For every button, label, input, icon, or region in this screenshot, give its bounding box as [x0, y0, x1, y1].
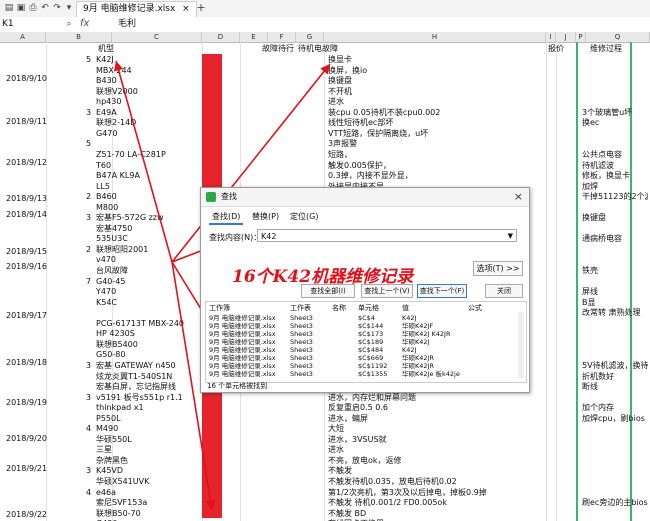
result-cell[interactable]: 9月 电脑维修记录.xlsx	[209, 314, 276, 322]
result-cell[interactable]: Sheet3	[290, 338, 313, 346]
result-cell[interactable]: $C$144	[358, 322, 383, 330]
status-text: 16 个单元格被找到	[207, 382, 268, 390]
result-cell[interactable]: $C$4	[358, 314, 375, 322]
res-col-cell[interactable]: 单元格	[358, 304, 379, 313]
dialog-title-bar: 查找 ×	[201, 188, 529, 207]
result-cell[interactable]: 9月 电脑维修记录.xlsx	[209, 354, 276, 362]
result-cell[interactable]: K42J	[402, 346, 416, 354]
result-cell[interactable]: $C$189	[358, 338, 383, 346]
result-cell[interactable]: Sheet3	[290, 362, 313, 370]
result-cell[interactable]: Sheet3	[290, 330, 313, 338]
find-value: K42	[261, 232, 277, 241]
result-cell[interactable]: $C$173	[358, 330, 383, 338]
result-cell[interactable]: 9月 电脑维修记录.xlsx	[209, 370, 276, 378]
result-cell[interactable]: 9月 电脑维修记录.xlsx	[209, 322, 276, 330]
annotation-caption: 16个K42机器维修记录	[232, 267, 414, 287]
options-button[interactable]: 选项(T) >>	[473, 261, 523, 276]
result-cell[interactable]: 华硕K42Je 板k42je	[402, 370, 460, 378]
result-cell[interactable]: Sheet3	[290, 314, 313, 322]
dialog-close-icon[interactable]: ×	[514, 190, 523, 204]
arrow-k42j-row4	[113, 60, 173, 263]
res-col-sheet[interactable]: 工作表	[290, 304, 311, 313]
results-scrollbar[interactable]	[518, 312, 524, 378]
chevron-down-icon[interactable]: ▼	[508, 230, 513, 243]
result-cell[interactable]: 华硕K42JR	[402, 354, 434, 362]
dialog-title: 查找	[221, 192, 237, 201]
result-cell[interactable]: Sheet3	[290, 346, 313, 354]
result-cell[interactable]: Sheet3	[290, 370, 313, 378]
dialog-app-icon	[206, 192, 216, 202]
result-cell[interactable]: 华硕K42JF	[402, 322, 433, 330]
tab-replace[interactable]: 替换(P)	[249, 211, 282, 223]
res-col-formula[interactable]: 公式	[468, 304, 482, 313]
result-cell[interactable]: Sheet3	[290, 354, 313, 362]
find-label: 查找内容(N)：	[209, 233, 262, 242]
result-cell[interactable]: $C$1192	[358, 362, 387, 370]
result-cell[interactable]: $C$669	[358, 354, 383, 362]
find-next-button[interactable]: 查找下一个(F)	[417, 284, 467, 298]
find-dialog[interactable]: 查找 × 查找(D) 替换(P) 定位(G) 查找内容(N)： K42 ▼ 选项…	[200, 187, 530, 393]
result-cell[interactable]: 9月 电脑维修记录.xlsx	[209, 330, 276, 338]
res-col-name[interactable]: 名称	[332, 304, 346, 313]
result-cell[interactable]: 华硕K42J K42JR	[402, 330, 450, 338]
result-cell[interactable]: 华硕K42JR	[402, 362, 434, 370]
result-cell[interactable]: $C$1355	[358, 370, 387, 378]
tab-goto[interactable]: 定位(G)	[287, 211, 321, 223]
result-cell[interactable]: 9月 电脑维修记录.xlsx	[209, 346, 276, 354]
close-button[interactable]: 关闭	[485, 284, 523, 298]
result-cell[interactable]: 华硕K42J	[402, 338, 429, 346]
tab-find[interactable]: 查找(D)	[209, 211, 244, 225]
result-cell[interactable]: K42J	[402, 314, 416, 322]
result-cell[interactable]: Sheet3	[290, 322, 313, 330]
res-col-workbook[interactable]: 工作簿	[209, 304, 230, 313]
res-col-value[interactable]: 值	[402, 304, 409, 313]
result-cell[interactable]: $C$484	[358, 346, 383, 354]
find-input[interactable]: K42 ▼	[257, 229, 517, 242]
result-cell[interactable]: 9月 电脑维修记录.xlsx	[209, 338, 276, 346]
results-list[interactable]: 工作簿 工作表 名称 单元格 值 公式 9月 电脑维修记录.xlsx Sheet3…	[205, 301, 527, 383]
result-cell[interactable]: 9月 电脑维修记录.xlsx	[209, 362, 276, 370]
